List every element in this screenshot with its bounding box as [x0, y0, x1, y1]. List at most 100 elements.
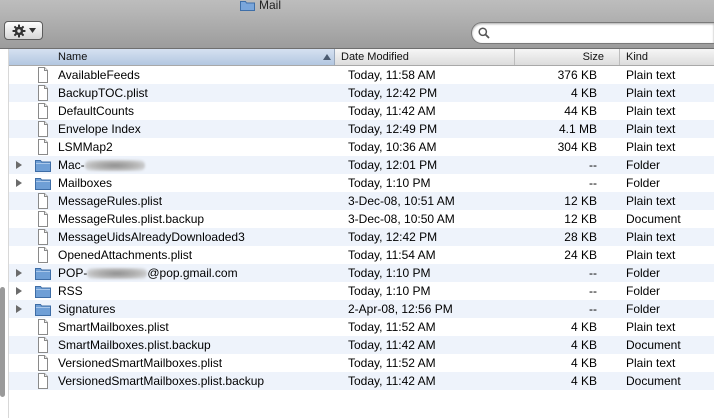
file-row[interactable]: DefaultCounts Today, 11:42 AM 44 KB Plain t… [9, 102, 714, 120]
action-menu-button[interactable] [4, 21, 43, 40]
file-size: -- [589, 284, 597, 298]
search-field[interactable] [471, 22, 714, 44]
file-size: 12 KB [564, 194, 597, 208]
file-kind: Plain text [626, 140, 676, 154]
disclosure-triangle-icon[interactable] [16, 161, 22, 169]
file-row[interactable]: MessageRules.plist.backup 3-Dec-08, 10:50… [9, 210, 714, 228]
file-name: AvailableFeeds [58, 68, 140, 82]
file-size: 44 KB [564, 104, 597, 118]
file-date-modified: Today, 11:42 AM [348, 338, 436, 352]
folder-row[interactable]: Mailboxes Today, 1:10 PM -- Folder [9, 174, 714, 192]
redacted-text [87, 268, 148, 280]
file-size: -- [589, 302, 597, 316]
left-pane-edge [0, 49, 9, 418]
file-size: -- [589, 158, 597, 172]
file-kind: Document [626, 212, 681, 226]
file-size: 24 KB [564, 248, 597, 262]
file-kind: Folder [626, 158, 661, 172]
file-date-modified: Today, 11:52 AM [348, 320, 436, 334]
file-row[interactable]: AvailableFeeds Today, 11:58 AM 376 KB Plain… [9, 66, 714, 84]
column-header-kind[interactable]: Kind [620, 49, 714, 65]
file-date-modified: 2-Apr-08, 12:56 PM [348, 302, 453, 316]
file-row[interactable]: VersionedSmartMailboxes.plist.backup Toda… [9, 372, 714, 390]
file-name: MessageUidsAlreadyDownloaded3 [58, 230, 245, 244]
folder-icon [35, 286, 51, 298]
file-row[interactable]: Envelope Index Today, 12:49 PM 4.1 MB Plain… [9, 120, 714, 138]
disclosure-triangle-icon[interactable] [16, 305, 22, 313]
folder-row[interactable]: Signatures 2-Apr-08, 12:56 PM -- Folder [9, 300, 714, 318]
file-kind: Plain text [626, 122, 676, 136]
folder-icon [35, 160, 51, 172]
scrollbar-thumb[interactable] [0, 287, 5, 397]
file-name: SmartMailboxes.plist [58, 320, 169, 334]
file-size: 28 KB [564, 230, 597, 244]
column-header-date[interactable]: Date Modified [335, 49, 515, 65]
sort-ascending-icon [323, 54, 331, 60]
file-row[interactable]: SmartMailboxes.plist Today, 11:52 AM 4 KB P… [9, 318, 714, 336]
file-row[interactable]: MessageRules.plist 3-Dec-08, 10:51 AM 12 K… [9, 192, 714, 210]
file-size: 4 KB [570, 338, 597, 352]
document-icon [38, 139, 48, 155]
file-size: 4.1 MB [558, 122, 597, 136]
file-size: -- [589, 266, 597, 280]
file-date-modified: Today, 11:52 AM [348, 356, 436, 370]
column-header-row: Name Date Modified Size Kind [9, 49, 714, 66]
gear-icon [12, 24, 25, 37]
file-name: MessageRules.plist [58, 194, 163, 208]
folder-row[interactable]: Mac- Today, 12:01 PM -- Folder [9, 156, 714, 174]
file-size: -- [589, 176, 597, 190]
file-size: 4 KB [570, 356, 597, 370]
search-input[interactable] [494, 27, 704, 39]
disclosure-triangle-icon[interactable] [16, 269, 22, 277]
folder-row[interactable]: RSS Today, 1:10 PM -- Folder [9, 282, 714, 300]
file-row[interactable]: VersionedSmartMailboxes.plist Today, 11:5… [9, 354, 714, 372]
file-date-modified: Today, 1:10 PM [348, 284, 431, 298]
file-date-modified: Today, 11:58 AM [348, 68, 436, 82]
document-icon [38, 229, 48, 245]
file-name: Mailboxes [58, 176, 113, 190]
file-name: POP- @pop.gmail.com [58, 266, 238, 280]
file-date-modified: Today, 12:42 PM [348, 230, 438, 244]
file-size: 12 KB [564, 212, 597, 226]
file-list: AvailableFeeds Today, 11:58 AM 376 KB Plain… [9, 66, 714, 418]
file-date-modified: Today, 12:01 PM [348, 158, 438, 172]
file-name: OpenedAttachments.plist [58, 248, 193, 262]
file-name: RSS [58, 284, 83, 298]
disclosure-triangle-icon[interactable] [16, 179, 22, 187]
file-row[interactable]: OpenedAttachments.plist Today, 11:54 AM 24… [9, 246, 714, 264]
file-name: SmartMailboxes.plist.backup [58, 338, 211, 352]
chevron-down-icon [28, 28, 36, 33]
file-kind: Plain text [626, 356, 676, 370]
file-date-modified: Today, 12:49 PM [348, 122, 438, 136]
file-row[interactable]: LSMMap2 Today, 10:36 AM 304 KB Plain text [9, 138, 714, 156]
document-icon [38, 193, 48, 209]
column-header-name-label: Name [58, 51, 88, 63]
folder-icon [35, 178, 51, 190]
file-kind: Plain text [626, 194, 676, 208]
search-icon [478, 27, 490, 39]
document-icon [38, 103, 48, 119]
file-row[interactable]: MessageUidsAlreadyDownloaded3 Today, 12:4… [9, 228, 714, 246]
file-row[interactable]: BackupTOC.plist Today, 12:42 PM 4 KB Plain … [9, 84, 714, 102]
disclosure-triangle-icon[interactable] [16, 287, 22, 295]
file-date-modified: Today, 1:10 PM [348, 176, 431, 190]
document-icon [38, 85, 48, 101]
file-kind: Folder [626, 266, 661, 280]
file-kind: Document [626, 374, 681, 388]
document-icon [38, 211, 48, 227]
file-kind: Folder [626, 176, 661, 190]
document-icon [38, 373, 48, 389]
file-name: Signatures [58, 302, 116, 316]
folder-icon [240, 0, 255, 11]
column-header-size[interactable]: Size [515, 49, 620, 65]
toolbar [0, 14, 714, 49]
document-icon [38, 67, 48, 83]
file-date-modified: Today, 11:54 AM [348, 248, 436, 262]
file-kind: Document [626, 338, 681, 352]
file-size: 376 KB [557, 68, 597, 82]
file-size: 4 KB [570, 320, 597, 334]
file-date-modified: Today, 11:42 AM [348, 104, 436, 118]
folder-row[interactable]: POP- @pop.gmail.com Today, 1:10 PM -- Folder [9, 264, 714, 282]
column-header-name[interactable]: Name [9, 49, 335, 65]
file-row[interactable]: SmartMailboxes.plist.backup Today, 11:42 … [9, 336, 714, 354]
